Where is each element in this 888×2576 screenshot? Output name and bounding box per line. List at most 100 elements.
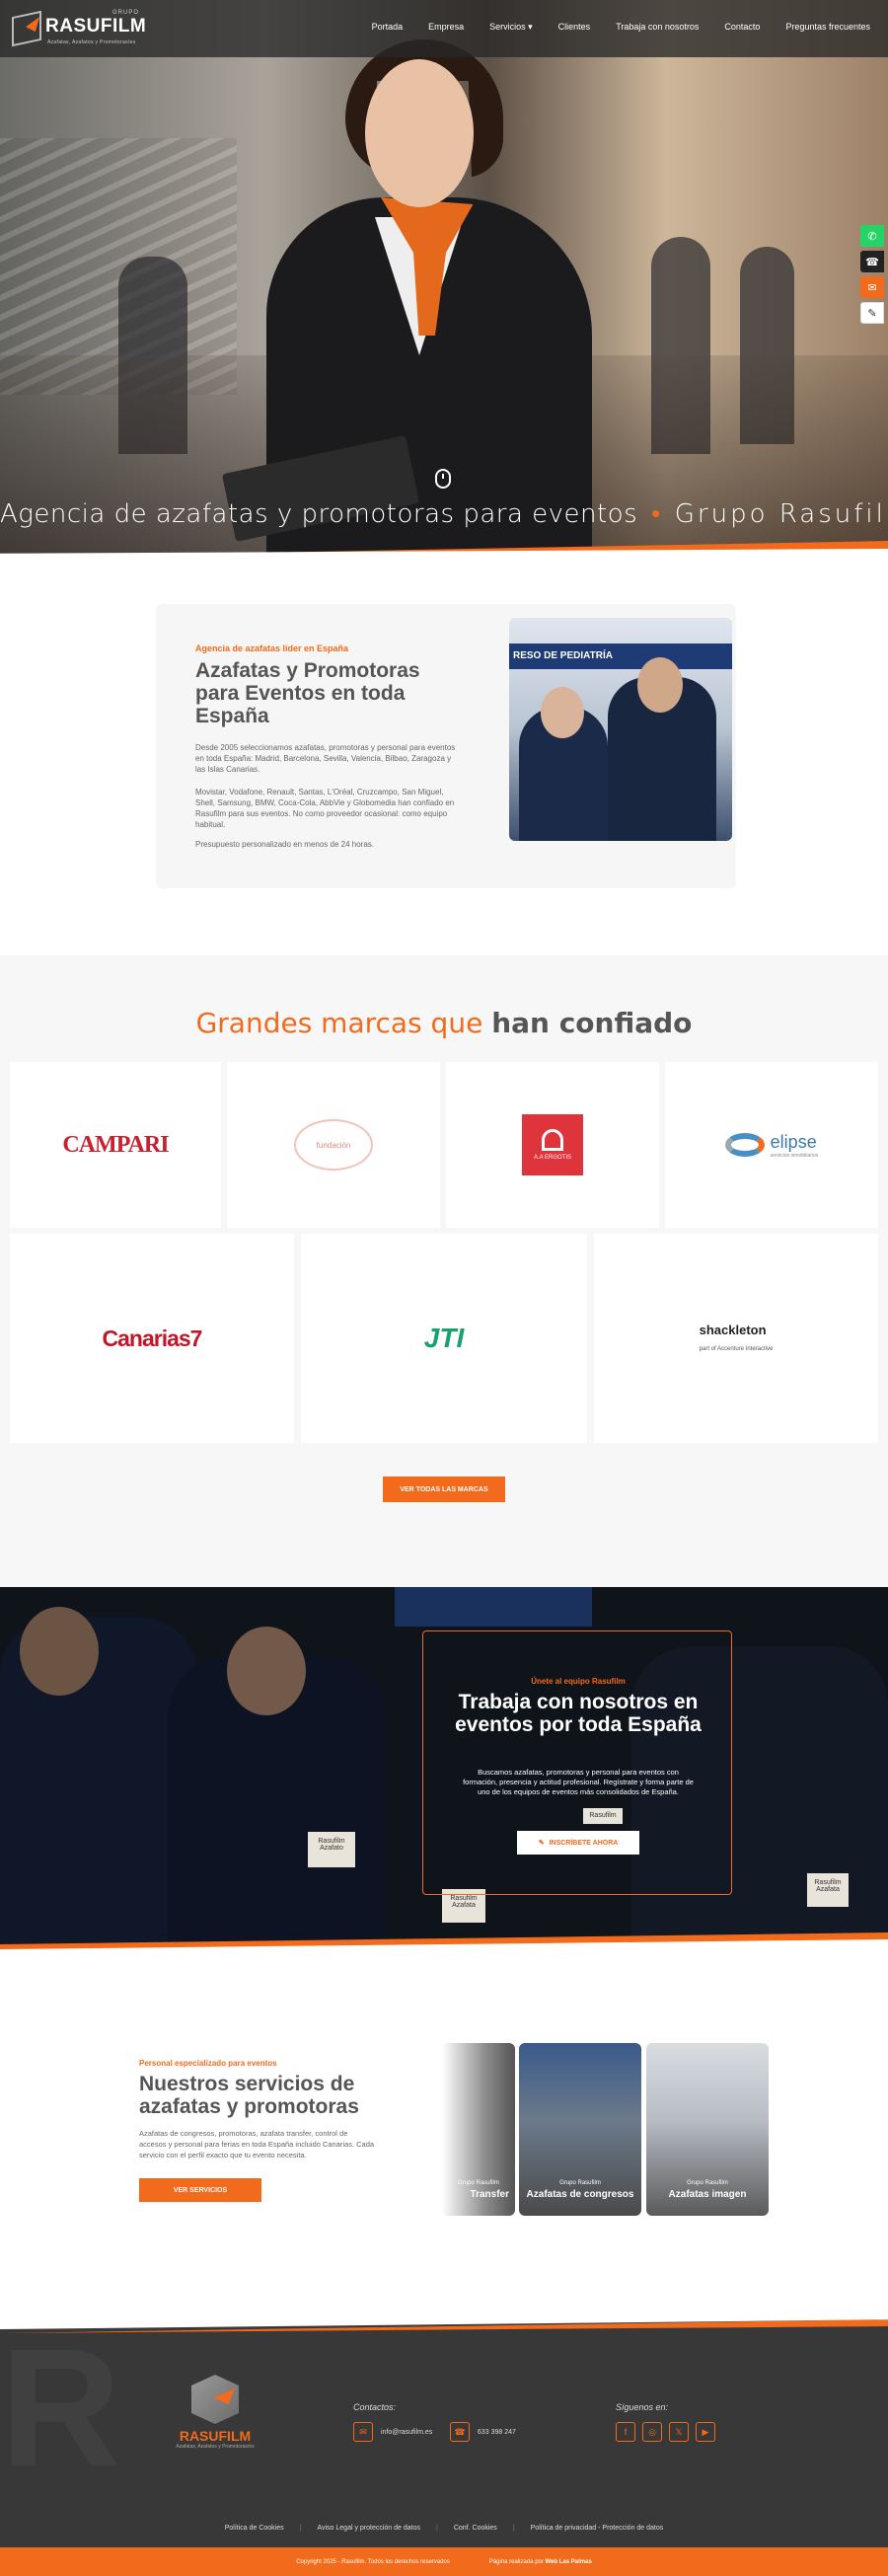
nav-servicios-label: Servicios xyxy=(489,22,526,32)
service-card-title: Transfer xyxy=(470,2189,509,2200)
brand-card-campari[interactable]: CAMPARI xyxy=(10,1062,221,1228)
ver-servicios-button[interactable]: VER SERVICIOS xyxy=(139,2178,261,2202)
servicios-section: Personal especializado para eventos Nues… xyxy=(0,1954,888,2319)
footer-email[interactable]: info@rasufilm.es xyxy=(381,2429,432,2436)
brand-card-ergotis[interactable]: A.A ERGOTIS xyxy=(446,1062,659,1228)
brands-title: Grandes marcas que han confiado xyxy=(0,1007,888,1039)
hero-hostess-image xyxy=(221,20,592,558)
facebook-icon[interactable]: f xyxy=(616,2422,635,2442)
hero-marquee: Agencia de azafatas y promotoras para ev… xyxy=(0,498,888,529)
chevron-down-icon: ▾ xyxy=(528,22,533,32)
whatsapp-icon[interactable]: ✆ xyxy=(860,225,884,247)
servicios-title: Nuestros servicios de azafatas y promoto… xyxy=(139,2073,359,2118)
site-logo[interactable]: GRUPO RASUFILM Azafatas, Azafatos y Prom… xyxy=(12,10,146,49)
brand-logo-elipse-text: elipse xyxy=(770,1131,817,1152)
nav-servicios[interactable]: Servicios ▾ xyxy=(489,22,533,33)
nav-trabaja[interactable]: Trabaja con nosotros xyxy=(616,22,699,33)
instagram-icon[interactable]: ◎ xyxy=(642,2422,662,2442)
trabaja-section: Rasufilm Azafato Rasufilm Azafata Rasufi… xyxy=(0,1587,888,1954)
edit-icon: ✎ xyxy=(538,1840,545,1847)
intro-paragraph: Movistar, Vodafone, Renault, Santas, L'O… xyxy=(195,788,455,829)
brand-card-canarias7[interactable]: Canarias7 xyxy=(10,1234,294,1443)
marquee-separator: • xyxy=(651,499,661,529)
name-badge: Rasufilm Azafata xyxy=(807,1873,849,1907)
brands-title-light: Grandes marcas que xyxy=(195,1007,483,1039)
service-card-kicker: Grupo Rasufilm xyxy=(458,2180,499,2186)
brand-card-fundacion[interactable]: fundación xyxy=(227,1062,440,1228)
email-icon[interactable]: ✉ xyxy=(860,276,884,298)
nav-portada[interactable]: Portada xyxy=(372,22,404,33)
image-banner-text: RESO DE PEDIATRÍA xyxy=(509,644,732,669)
intro-card: Agencia de azafatas líder en España Azaf… xyxy=(156,604,736,888)
credit-text: Página realizada por Web Las Palmas xyxy=(489,2559,592,2565)
trabaja-title: Trabaja con nosotros en eventos por toda… xyxy=(455,1691,702,1736)
instagram-icon-glyph: ◎ xyxy=(648,2426,656,2437)
phone-icon[interactable]: ☎ xyxy=(860,251,884,272)
brand-logo-ergotis: A.A ERGOTIS xyxy=(522,1114,583,1175)
page: { "header": { "logo_sup": "GRUPO", "logo… xyxy=(0,0,888,2576)
footer-logo-tagline: Azafatas, Azafatos y Promotoras/es xyxy=(176,2444,255,2450)
brand-card-shackleton[interactable]: shackleton part of Accenture Interactive xyxy=(594,1234,878,1443)
footer-logo-name: RASUFILM xyxy=(179,2428,252,2444)
footer-link-conf-cookies[interactable]: Conf. Cookies xyxy=(454,2525,497,2532)
nav-empresa[interactable]: Empresa xyxy=(428,22,464,33)
site-footer: R RASUFILM Azafatas, Azafatos y Promotor… xyxy=(0,2314,888,2547)
site-header: GRUPO RASUFILM Azafatas, Azafatos y Prom… xyxy=(0,0,888,57)
trabaja-text: Buscamos azafatas, promotoras y personal… xyxy=(463,1768,694,1796)
service-card-transfer[interactable]: Grupo Rasufilm Transfer xyxy=(442,2043,515,2216)
brand-logo-shackleton-sub: part of Accenture Interactive xyxy=(699,1345,774,1352)
name-badge-text: Rasufilm Azafata xyxy=(814,1879,842,1893)
brand-logo-campari: CAMPARI xyxy=(62,1131,169,1158)
service-card-title: Azafatas imagen xyxy=(668,2189,747,2200)
footer-link-privacidad[interactable]: Política de privacidad - Protección de d… xyxy=(531,2525,664,2532)
credit-link[interactable]: Web Las Palmas xyxy=(546,2559,592,2565)
email-icon[interactable]: ✉ xyxy=(353,2422,373,2442)
main-nav: Portada Empresa Servicios ▾ Clientes Tra… xyxy=(372,22,870,33)
form-icon[interactable]: ✎ xyxy=(860,302,884,324)
copyright-text: Copyright 2025 - Rasufilm. Todos los der… xyxy=(296,2558,450,2565)
youtube-icon-glyph: ▶ xyxy=(702,2426,709,2437)
nav-contacto[interactable]: Contacto xyxy=(724,22,760,33)
x-twitter-icon-glyph: 𝕏 xyxy=(675,2426,683,2437)
inscribete-button-label: INSCRÍBETE AHORA xyxy=(549,1839,619,1847)
service-card-title: Azafatas de congresos xyxy=(526,2189,634,2200)
marquee-text: Agencia de azafatas y promotoras para ev… xyxy=(0,499,638,529)
intro-title: Azafatas y Promotoras para Eventos en to… xyxy=(195,659,420,727)
x-twitter-icon[interactable]: 𝕏 xyxy=(669,2422,689,2442)
service-card-imagen[interactable]: Grupo Rasufilm Azafatas imagen xyxy=(646,2043,769,2216)
inscribete-button[interactable]: ✎ INSCRÍBETE AHORA xyxy=(517,1831,639,1855)
nav-faq[interactable]: Preguntas frecuentes xyxy=(785,22,870,33)
brand-logo-shackleton: shackleton part of Accenture Interactive xyxy=(700,1323,774,1355)
phone-icon[interactable]: ☎ xyxy=(450,2422,470,2442)
footer-watermark: R xyxy=(0,2314,121,2502)
footer-follow-title: Síguenos en: xyxy=(616,2402,669,2412)
scroll-mouse-icon[interactable] xyxy=(435,469,451,489)
brand-logo-shackleton-text: shackleton xyxy=(699,1322,767,1337)
hero-section: Agencia de azafatas y promotoras para ev… xyxy=(0,0,888,558)
floating-contact-bar: ✆ ☎ ✉ ✎ xyxy=(860,225,884,328)
intro-paragraph: Presupuesto personalizado en menos de 24… xyxy=(195,840,375,849)
service-card-kicker: Grupo Rasufilm xyxy=(687,2180,728,2186)
intro-kicker: Agencia de azafatas líder en España xyxy=(195,644,349,653)
footer-link-cookies[interactable]: Política de Cookies xyxy=(225,2525,284,2532)
nav-clientes[interactable]: Clientes xyxy=(558,22,591,33)
brands-title-bold: han confiado xyxy=(491,1007,693,1039)
footer-phone[interactable]: 633 398 247 xyxy=(478,2429,516,2436)
footer-link-aviso-legal[interactable]: Aviso Legal y protección de datos xyxy=(317,2525,420,2532)
youtube-icon[interactable]: ▶ xyxy=(696,2422,715,2442)
brands-section: Grandes marcas que han confiado CAMPARI … xyxy=(0,955,888,1587)
marquee-text: Grupo Rasufilm xyxy=(674,499,888,529)
service-card-kicker: Grupo Rasufilm xyxy=(559,2180,601,2186)
intro-staff-image: RESO DE PEDIATRÍA xyxy=(509,618,732,841)
footer-logo[interactable]: RASUFILM Azafatas, Azafatos y Promotoras… xyxy=(166,2375,264,2454)
brand-card-jti[interactable]: JTI xyxy=(301,1234,587,1443)
brand-logo-canarias7: Canarias7 xyxy=(102,1325,203,1351)
all-brands-button[interactable]: VER TODAS LAS MARCAS xyxy=(383,1477,505,1502)
brand-logo-jti: JTI xyxy=(423,1323,465,1353)
service-card-congresos[interactable]: Grupo Rasufilm Azafatas de congresos xyxy=(519,2043,641,2216)
footer-legal-links: Política de Cookies | Aviso Legal y prote… xyxy=(224,2525,664,2532)
servicios-text: Azafatas de congresos, promotoras, azafa… xyxy=(139,2129,375,2159)
brand-card-elipse[interactable]: elipse servicios inmobiliarios xyxy=(665,1062,878,1228)
brand-logo-ergotis-text: A.A ERGOTIS xyxy=(533,1155,571,1161)
copyright-bar: Copyright 2025 - Rasufilm. Todos los der… xyxy=(0,2547,888,2576)
